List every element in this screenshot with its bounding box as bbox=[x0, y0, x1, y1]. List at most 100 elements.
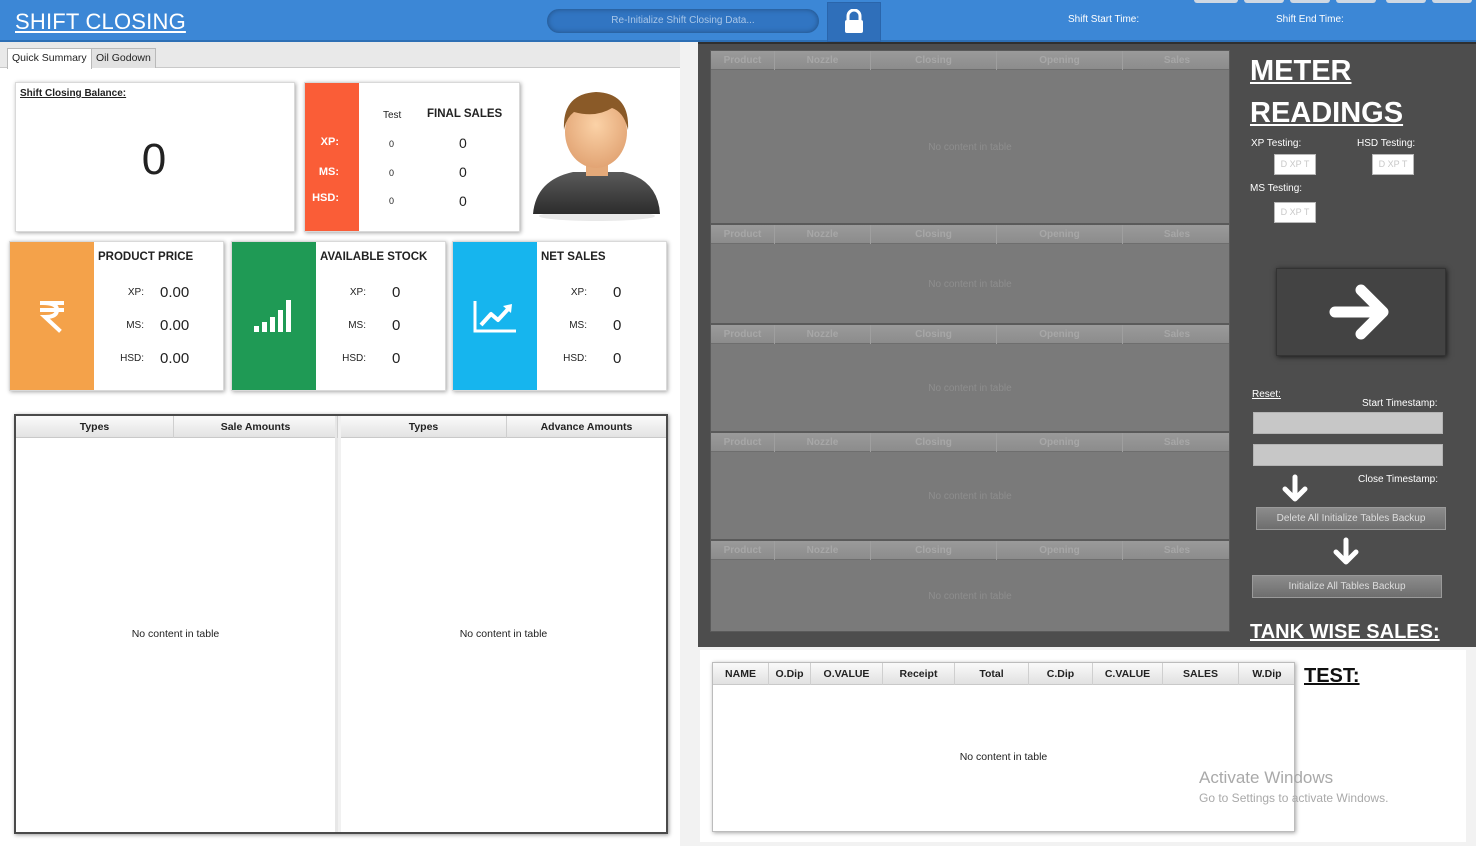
column-header-closing[interactable]: Closing bbox=[871, 51, 997, 70]
hsd-testing-input[interactable]: D XP T bbox=[1372, 154, 1414, 175]
final-test-header: Test bbox=[383, 110, 402, 121]
tank-table-empty-text: No content in table bbox=[959, 751, 1048, 763]
column-header-sales[interactable]: Sales bbox=[1123, 541, 1231, 560]
column-header-closing[interactable]: Closing bbox=[871, 225, 997, 244]
column-header-sales[interactable]: Sales bbox=[1123, 325, 1231, 344]
meter-table-empty-text: No content in table bbox=[928, 491, 1012, 502]
watermark-line2: Go to Settings to activate Windows. bbox=[1199, 791, 1389, 805]
delete-backup-button[interactable]: Delete All Initialize Tables Backup bbox=[1256, 507, 1446, 530]
stock-ms-label: MS: bbox=[348, 320, 366, 331]
column-header-w-dip[interactable]: W.Dip bbox=[1239, 663, 1295, 685]
column-header-nozzle[interactable]: Nozzle bbox=[775, 325, 871, 344]
price-ms-value: 0.00 bbox=[160, 317, 190, 334]
column-header-sales[interactable]: Sales bbox=[1123, 433, 1231, 452]
column-header-opening[interactable]: Opening bbox=[997, 51, 1123, 70]
column-header-o-dip[interactable]: O.Dip bbox=[769, 663, 811, 685]
proceed-arrow-button[interactable] bbox=[1276, 268, 1446, 356]
column-header-c-dip[interactable]: C.Dip bbox=[1029, 663, 1093, 685]
column-header-opening[interactable]: Opening bbox=[997, 541, 1123, 560]
meter-table-3[interactable]: Product Nozzle Closing Opening Sales No … bbox=[710, 324, 1230, 432]
sale-amounts-table-header: Types Sale Amounts bbox=[16, 416, 338, 438]
tank-table-header: NAME O.Dip O.VALUE Receipt Total C.Dip C… bbox=[713, 663, 1294, 685]
window-tab-1[interactable] bbox=[1194, 0, 1238, 3]
window-tab-6[interactable] bbox=[1432, 0, 1472, 3]
window-tab-2[interactable] bbox=[1244, 0, 1284, 3]
column-header-advance-amounts[interactable]: Advance Amounts bbox=[507, 416, 666, 438]
available-stock-card: AVAILABLE STOCK XP: MS: HSD: 0 0 0 bbox=[231, 241, 446, 391]
column-header-product[interactable]: Product bbox=[711, 51, 775, 70]
tank-wise-sales-table[interactable]: NAME O.Dip O.VALUE Receipt Total C.Dip C… bbox=[712, 662, 1295, 832]
tab-oil-godown[interactable]: Oil Godown bbox=[91, 48, 156, 68]
column-header-o-value[interactable]: O.VALUE bbox=[811, 663, 883, 685]
meter-table-header: Product Nozzle Closing Opening Sales bbox=[711, 225, 1229, 244]
meter-title-line2: READINGS bbox=[1250, 97, 1404, 129]
advance-amounts-table[interactable]: Types Advance Amounts No content in tabl… bbox=[341, 416, 666, 832]
balance-value: 0 bbox=[141, 135, 167, 184]
close-timestamp-field[interactable] bbox=[1253, 444, 1443, 466]
column-header-opening[interactable]: Opening bbox=[997, 225, 1123, 244]
meter-table-1[interactable]: Product Nozzle Closing Opening Sales No … bbox=[710, 50, 1230, 224]
column-header-name[interactable]: NAME bbox=[713, 663, 769, 685]
meter-table-empty-text: No content in table bbox=[928, 279, 1012, 290]
column-header-c-value[interactable]: C.VALUE bbox=[1093, 663, 1163, 685]
final-hsd-label: HSD: bbox=[312, 192, 339, 204]
column-header-nozzle[interactable]: Nozzle bbox=[775, 433, 871, 452]
column-header-sales[interactable]: Sales bbox=[1123, 225, 1231, 244]
reinitialize-button[interactable]: Re-Initialize Shift Closing Data... bbox=[547, 9, 819, 33]
column-header-product[interactable]: Product bbox=[711, 433, 775, 452]
column-header-closing[interactable]: Closing bbox=[871, 541, 997, 560]
column-header-total[interactable]: Total bbox=[955, 663, 1029, 685]
initialize-backup-button[interactable]: Initialize All Tables Backup bbox=[1252, 575, 1442, 598]
meter-table-4[interactable]: Product Nozzle Closing Opening Sales No … bbox=[710, 432, 1230, 540]
column-header-nozzle[interactable]: Nozzle bbox=[775, 51, 871, 70]
price-xp-label: XP: bbox=[127, 287, 144, 298]
xp-testing-input[interactable]: D XP T bbox=[1274, 154, 1316, 175]
rupee-icon bbox=[39, 300, 64, 333]
column-header-sale-amounts[interactable]: Sale Amounts bbox=[174, 416, 338, 438]
lock-button[interactable] bbox=[827, 2, 881, 42]
column-header-product[interactable]: Product bbox=[711, 325, 775, 344]
window-tab-3[interactable] bbox=[1290, 0, 1330, 3]
amount-tables-container: Types Sale Amounts No content in table T… bbox=[14, 414, 668, 834]
meter-table-2[interactable]: Product Nozzle Closing Opening Sales No … bbox=[710, 224, 1230, 324]
column-header-receipt[interactable]: Receipt bbox=[883, 663, 955, 685]
reset-link[interactable]: Reset: bbox=[1252, 389, 1281, 400]
stock-hsd-value: 0 bbox=[392, 350, 401, 367]
column-header-product[interactable]: Product bbox=[711, 225, 775, 244]
window-tab-5[interactable] bbox=[1386, 0, 1426, 3]
column-header-nozzle[interactable]: Nozzle bbox=[775, 541, 871, 560]
user-avatar bbox=[528, 84, 668, 224]
start-timestamp-field[interactable] bbox=[1253, 412, 1443, 434]
tab-quick-summary[interactable]: Quick Summary bbox=[7, 48, 92, 69]
tank-wise-sales-area: NAME O.Dip O.VALUE Receipt Total C.Dip C… bbox=[700, 650, 1466, 842]
final-xp-sales: 0 bbox=[459, 135, 467, 151]
column-header-opening[interactable]: Opening bbox=[997, 433, 1123, 452]
column-header-sales[interactable]: Sales bbox=[1123, 51, 1231, 70]
shift-closing-balance-card: Shift Closing Balance: 0 bbox=[15, 82, 295, 232]
final-hsd-sales: 0 bbox=[459, 193, 467, 209]
window-tab-4[interactable] bbox=[1336, 0, 1376, 3]
meter-table-header: Product Nozzle Closing Opening Sales bbox=[711, 51, 1229, 70]
advance-amounts-table-header: Types Advance Amounts bbox=[341, 416, 666, 438]
final-sales-header: FINAL SALES bbox=[427, 108, 503, 120]
column-header-opening[interactable]: Opening bbox=[997, 325, 1123, 344]
column-header-product[interactable]: Product bbox=[711, 541, 775, 560]
column-header-closing[interactable]: Closing bbox=[871, 433, 997, 452]
ms-testing-input[interactable]: D XP T bbox=[1274, 202, 1316, 223]
column-header-types[interactable]: Types bbox=[16, 416, 174, 438]
column-header-closing[interactable]: Closing bbox=[871, 325, 997, 344]
column-header-nozzle[interactable]: Nozzle bbox=[775, 225, 871, 244]
arrow-right-icon bbox=[1329, 284, 1389, 340]
stock-xp-label: XP: bbox=[349, 287, 366, 298]
sale-amounts-table[interactable]: Types Sale Amounts No content in table bbox=[16, 416, 338, 832]
meter-table-5[interactable]: Product Nozzle Closing Opening Sales No … bbox=[710, 540, 1230, 632]
right-panel: Product Nozzle Closing Opening Sales No … bbox=[680, 42, 1476, 846]
price-hsd-label: HSD: bbox=[120, 353, 144, 364]
price-xp-value: 0.00 bbox=[160, 284, 190, 301]
net-hsd-label: HSD: bbox=[563, 353, 587, 364]
net-ms-label: MS: bbox=[569, 320, 587, 331]
column-header-sales[interactable]: SALES bbox=[1163, 663, 1239, 685]
column-header-types[interactable]: Types bbox=[341, 416, 507, 438]
final-ms-test: 0 bbox=[389, 168, 395, 178]
advance-amounts-empty-text: No content in table bbox=[459, 628, 548, 640]
